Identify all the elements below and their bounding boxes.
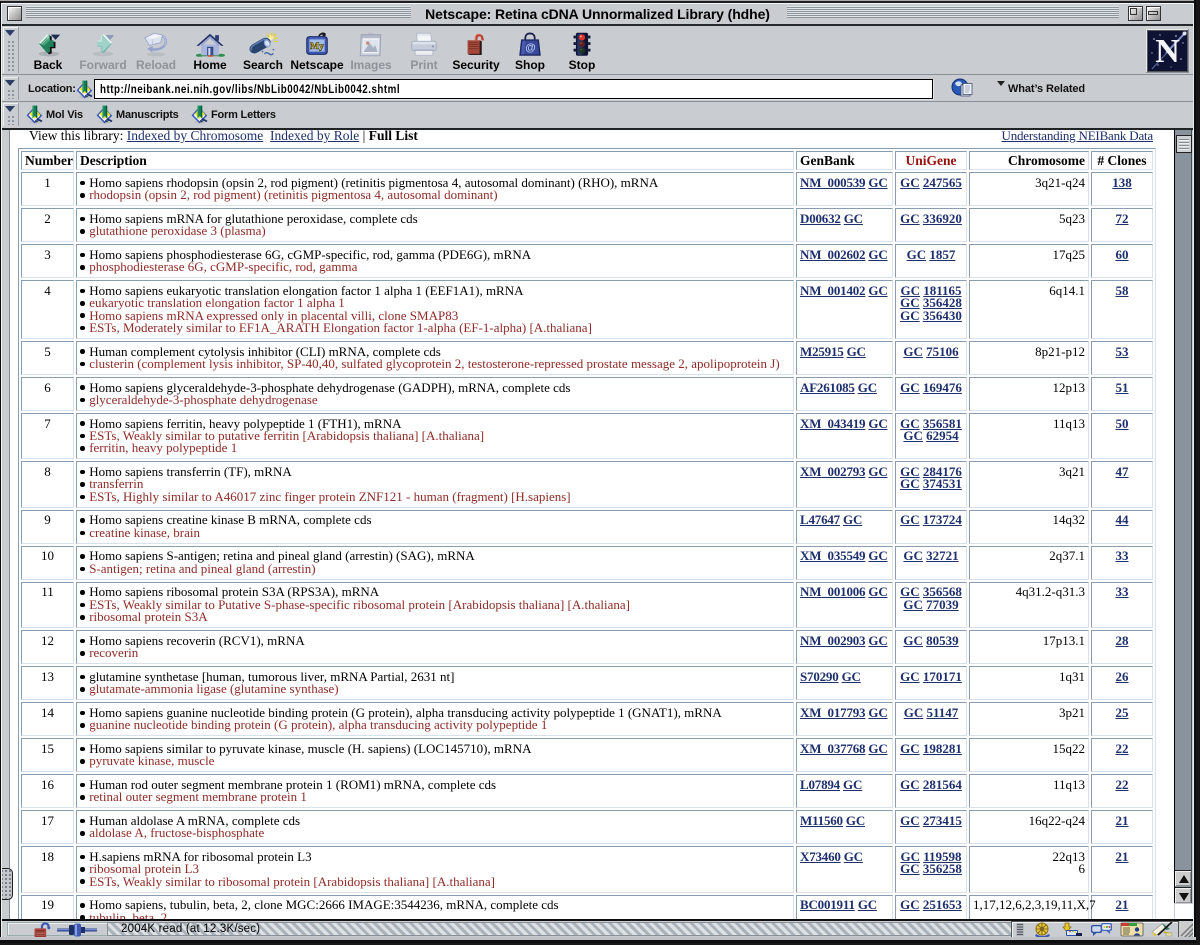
svg-text:N: N — [1155, 33, 1180, 70]
svg-text:@: @ — [525, 42, 536, 54]
svg-text:My: My — [310, 41, 324, 52]
